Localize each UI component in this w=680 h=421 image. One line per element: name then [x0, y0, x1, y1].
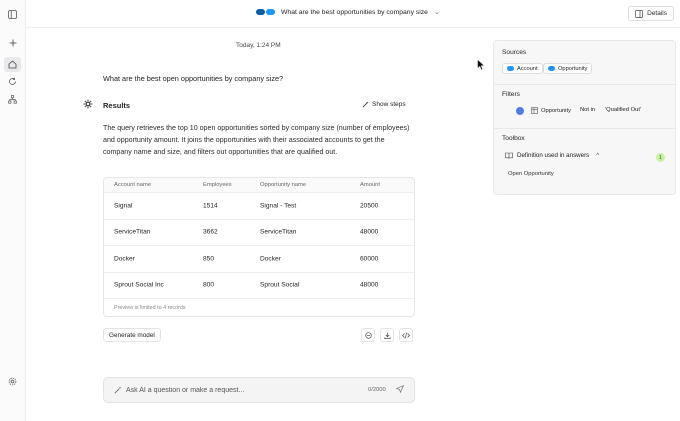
cell-employees: 850 — [203, 255, 215, 263]
definition-item[interactable]: Open Opportunity — [508, 171, 554, 177]
sources-title: Sources — [502, 49, 527, 56]
sources-section: Sources Account Opportunity — [494, 41, 675, 85]
cell-employees: 1514 — [203, 202, 218, 210]
filter-object[interactable]: Opportunity — [531, 107, 571, 114]
source-pill-account[interactable]: Account — [502, 63, 543, 74]
send-icon[interactable] — [395, 384, 405, 395]
results-heading: Results — [103, 101, 131, 110]
cell-account-name: Sprout Social Inc — [114, 281, 164, 289]
chevron-down-icon: ⌄ — [433, 9, 440, 16]
mouse-cursor-icon — [477, 59, 485, 71]
top-bar: What are the best opportunities by compa… — [26, 0, 680, 28]
column-header-employees[interactable]: Employees — [203, 182, 232, 188]
cell-account-name: Signal — [114, 202, 133, 210]
cell-amount: 48000 — [360, 281, 379, 289]
definition-count-badge: 1 — [656, 153, 665, 162]
filter-operator[interactable]: Not in — [580, 107, 595, 113]
settings-gear-icon[interactable] — [4, 374, 21, 389]
cell-opportunity-name: Docker — [260, 255, 281, 263]
hierarchy-icon[interactable] — [4, 92, 21, 107]
cell-amount: 60000 — [360, 255, 379, 263]
view-code-button[interactable] — [399, 328, 413, 342]
code-icon — [402, 332, 410, 338]
salesforce-cloud-icon — [548, 66, 555, 71]
filter-object-label: Opportunity — [541, 107, 571, 114]
cell-opportunity-name: Signal - Test — [260, 202, 297, 210]
preview-limit-note: Preview is limited to 4 records — [114, 305, 186, 311]
sidebar-toggle-icon[interactable] — [4, 7, 21, 22]
cell-opportunity-name: Sprout Social — [260, 281, 300, 289]
user-question: What are the best open opportunities by … — [103, 74, 284, 83]
chat-input[interactable] — [126, 383, 356, 398]
agent-sparkle-icon — [83, 99, 93, 111]
book-icon — [505, 152, 513, 159]
cell-opportunity-name: ServiceTitan — [260, 228, 297, 236]
results-description: The query retrieves the top 10 open oppo… — [103, 124, 410, 156]
details-panel: Sources Account Opportunity Filters Oppo… — [493, 40, 676, 195]
column-header-account-name[interactable]: Account name — [114, 182, 151, 188]
left-rail — [0, 0, 26, 421]
table-row: Signal 1514 Signal - Test 20500 — [104, 193, 414, 220]
generate-model-label: Generate model — [109, 331, 155, 339]
table-row: Sprout Social Inc 800 Sprout Social 4800… — [104, 273, 414, 299]
column-header-opportunity-name[interactable]: Opportunity name — [260, 182, 306, 188]
filters-title: Filters — [502, 91, 520, 98]
show-steps-label: Show steps — [372, 101, 406, 108]
magic-wand-icon — [362, 101, 369, 110]
home-icon[interactable] — [4, 57, 21, 72]
details-label: Details — [647, 10, 667, 17]
circle-icon — [364, 331, 372, 339]
table-icon — [531, 107, 538, 114]
toolbox-title: Toolbox — [502, 135, 525, 142]
cell-amount: 48000 — [360, 228, 379, 236]
more-options-button[interactable] — [361, 328, 375, 342]
source-label: Account — [517, 65, 538, 72]
cell-account-name: Docker — [114, 255, 135, 263]
download-button[interactable] — [380, 328, 394, 342]
source-pill-opportunity[interactable]: Opportunity — [543, 63, 593, 74]
message-timestamp: Today, 1:24 PM — [236, 42, 281, 49]
refresh-icon[interactable] — [4, 74, 21, 89]
filter-value[interactable]: 'Qualified Out' — [605, 107, 641, 113]
cell-account-name: ServiceTitan — [114, 228, 151, 236]
chevron-up-icon: ^ — [596, 152, 600, 159]
salesforce-cloud-icon — [507, 66, 514, 71]
conversation-title-dropdown[interactable]: What are the best opportunities by compa… — [256, 8, 440, 16]
definition-label: Definition used in answers — [517, 152, 590, 159]
data-cloud-icon — [256, 9, 275, 15]
definition-toggle[interactable]: Definition used in answers ^ — [505, 152, 599, 159]
new-chat-icon[interactable] — [4, 35, 21, 50]
column-header-amount[interactable]: Amount — [360, 182, 380, 188]
results-table: Account name Employees Opportunity name … — [103, 177, 415, 317]
table-row: Docker 850 Docker 60000 — [104, 246, 414, 273]
chat-composer: 0/2000 — [103, 377, 415, 403]
conversation-title: What are the best opportunities by compa… — [281, 8, 428, 16]
table-row: ServiceTitan 3662 ServiceTitan 48000 — [104, 220, 414, 246]
cell-amount: 20500 — [360, 202, 379, 210]
cell-employees: 3662 — [203, 228, 218, 236]
cell-employees: 800 — [203, 281, 215, 289]
generate-model-button[interactable]: Generate model — [103, 328, 161, 342]
filter-dot-icon — [516, 107, 524, 115]
magic-wand-icon — [114, 386, 122, 396]
character-counter: 0/2000 — [368, 387, 386, 393]
panel-icon — [635, 9, 643, 18]
table-header: Account name Employees Opportunity name … — [104, 178, 414, 193]
download-icon — [383, 332, 391, 339]
details-button[interactable]: Details — [628, 6, 674, 21]
show-steps-button[interactable]: Show steps — [362, 101, 406, 110]
source-label: Opportunity — [558, 65, 588, 72]
